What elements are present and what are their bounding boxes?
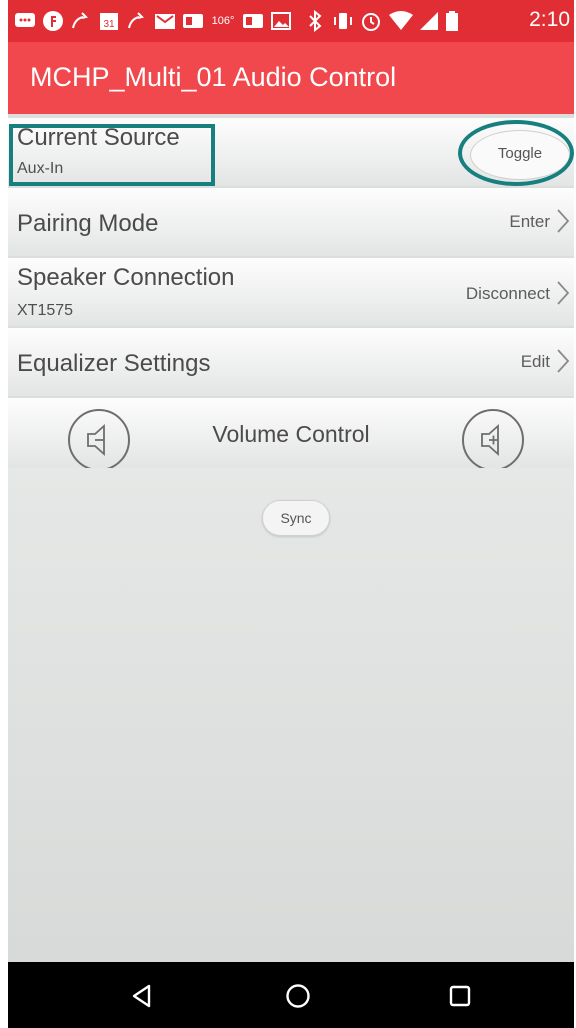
image-icon: [270, 10, 292, 32]
sync-button-label: Sync: [280, 510, 312, 526]
home-button[interactable]: [278, 976, 318, 1016]
speaker-connection-row[interactable]: Speaker Connection XT1575 Disconnect: [8, 258, 574, 326]
equalizer-settings-row[interactable]: Equalizer Settings Edit: [8, 328, 574, 396]
calendar-icon: 31: [98, 10, 120, 32]
phone-screen: 31 106° 2:10 MCHP_Multi_01 Audio Control…: [8, 0, 574, 1028]
disconnect-action: Disconnect: [465, 284, 550, 303]
equalizer-settings-title: Equalizer Settings: [17, 350, 211, 377]
bluetooth-icon: [304, 10, 326, 32]
recents-icon: [449, 985, 471, 1007]
app-title: MCHP_Multi_01 Audio Control: [30, 62, 397, 92]
pairing-mode-action: Enter: [509, 212, 550, 231]
equalizer-edit-action: Edit: [520, 352, 550, 371]
calendar-day: 31: [103, 19, 115, 30]
alarm-icon: [360, 10, 382, 32]
gmail-icon: [154, 10, 176, 32]
app-icon: [182, 10, 204, 32]
back-icon: [132, 984, 151, 1008]
status-bar: 31 106° 2:10: [8, 0, 574, 42]
status-time: 2:10: [529, 8, 570, 31]
volume-up-icon: [481, 423, 499, 457]
chevron-right-icon: [557, 209, 570, 233]
weather-icon: 106°: [208, 10, 238, 32]
speaker-connection-device: XT1575: [17, 302, 74, 319]
app-bar: MCHP_Multi_01 Audio Control: [8, 42, 574, 114]
missed-call-icon: [70, 10, 92, 32]
temperature: 106°: [211, 15, 235, 27]
battery-icon: [444, 10, 460, 32]
content-area: [8, 468, 574, 962]
volume-up-button[interactable]: [462, 409, 524, 471]
wifi-icon: [388, 10, 414, 32]
speaker-connection-title: Speaker Connection: [17, 264, 235, 291]
recents-button[interactable]: [440, 976, 480, 1016]
chevron-right-icon: [557, 281, 570, 305]
signal-icon: [418, 10, 440, 32]
vibrate-icon: [332, 10, 354, 32]
navigation-bar: [8, 962, 574, 1028]
app-icon: [42, 10, 64, 32]
pairing-mode-row[interactable]: Pairing Mode Enter: [8, 188, 574, 256]
highlight-ellipse: [458, 120, 574, 186]
messaging-icon: [14, 10, 36, 32]
missed-call-icon: [126, 10, 148, 32]
highlight-box: [9, 124, 215, 186]
chevron-right-icon: [557, 349, 570, 373]
app-icon: [242, 10, 264, 32]
back-button[interactable]: [122, 976, 162, 1016]
pairing-mode-title: Pairing Mode: [17, 210, 159, 237]
sync-button[interactable]: Sync: [262, 500, 330, 536]
home-icon: [286, 984, 310, 1008]
